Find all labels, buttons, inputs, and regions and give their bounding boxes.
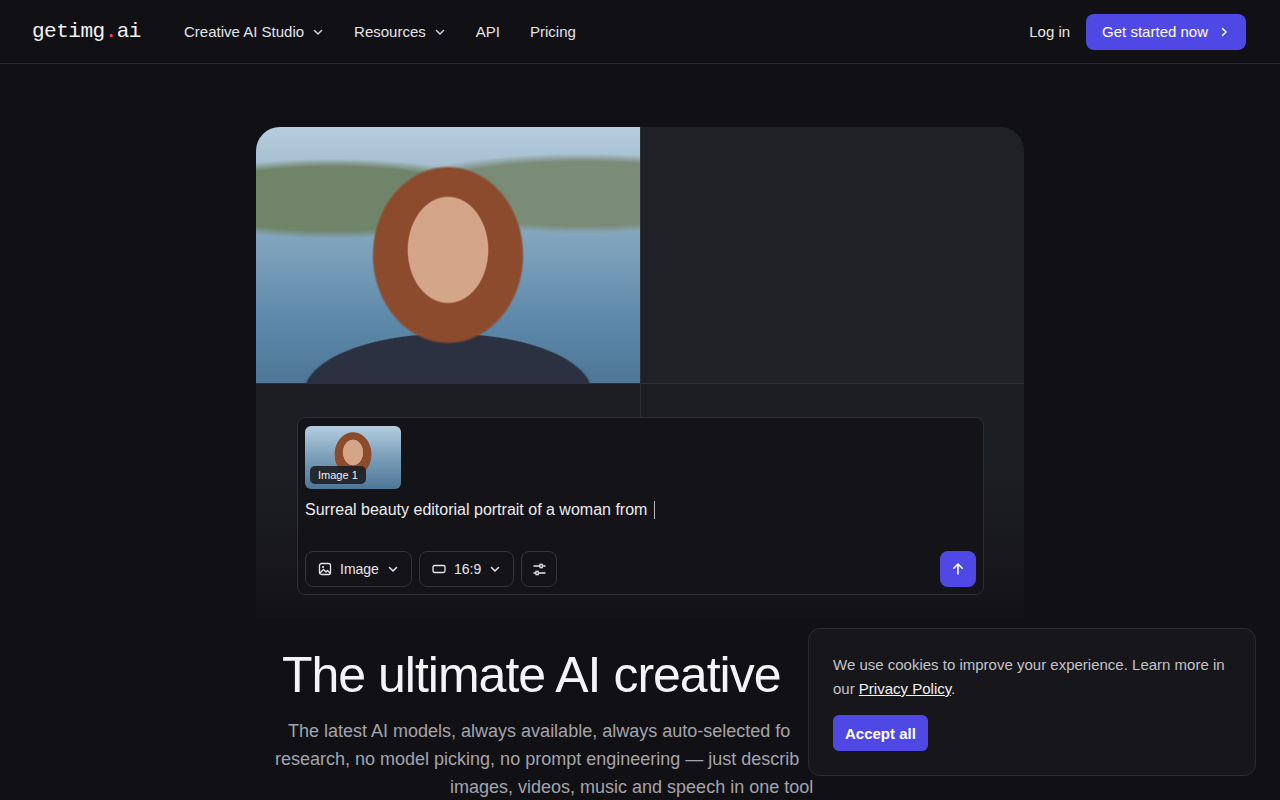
- hero-subtitle-line: The latest AI models, always available, …: [288, 717, 790, 745]
- chevron-down-icon: [387, 563, 399, 575]
- text-cursor: [654, 501, 655, 519]
- submit-button[interactable]: [940, 551, 976, 587]
- nav-item[interactable]: Creative AI Studio: [184, 23, 324, 40]
- sliders-icon: [532, 562, 547, 577]
- hero-card: Image 1 Surreal beauty editorial portrait…: [256, 127, 1024, 619]
- cookie-banner: We use cookies to improve your experienc…: [808, 628, 1256, 776]
- page: getimg.aiCreative AI Studio Resources API P…: [0, 0, 1280, 800]
- nav-item[interactable]: API: [476, 23, 500, 40]
- aspect-ratio-icon: [432, 562, 446, 576]
- hero-heading: The ultimate AI creative: [282, 647, 780, 705]
- empty-panel: [640, 127, 1024, 383]
- chevron-down-icon: [434, 26, 446, 38]
- arrow-up-icon: [951, 562, 965, 576]
- cookie-text: We use cookies to improve your experienc…: [833, 653, 1231, 701]
- portrait-photo: [256, 127, 640, 383]
- image-icon: [318, 562, 332, 576]
- chevron-right-icon: [1218, 26, 1230, 38]
- privacy-policy-link[interactable]: Privacy Policy: [859, 680, 951, 697]
- get-started-button[interactable]: Get started now: [1086, 14, 1246, 50]
- top-nav: getimg.aiCreative AI Studio Resources API P…: [0, 0, 1280, 64]
- chevron-down-icon: [312, 26, 324, 38]
- logo[interactable]: getimg.ai: [32, 20, 184, 43]
- nav-item[interactable]: Pricing: [530, 23, 576, 40]
- nav-menu: Creative AI Studio Resources API Pricing: [184, 23, 576, 40]
- hero-subtitle-line: research, no model picking, no prompt en…: [275, 745, 799, 773]
- prompt-input[interactable]: Surreal beauty editorial portrait of a w…: [305, 501, 976, 551]
- settings-button[interactable]: [521, 551, 557, 587]
- nav-item[interactable]: Resources: [354, 23, 446, 40]
- chevron-down-icon: [489, 563, 501, 575]
- attachment-thumbnail[interactable]: Image 1: [305, 426, 401, 489]
- accept-all-button[interactable]: Accept all: [833, 715, 928, 751]
- attachment-label: Image 1: [310, 466, 366, 484]
- prompt-box[interactable]: Image 1 Surreal beauty editorial portrait…: [297, 417, 984, 595]
- aspect-dropdown[interactable]: 16:9: [419, 551, 514, 587]
- hero-subtitle-line: images, videos, music and speech in one …: [450, 773, 813, 800]
- login-link[interactable]: Log in: [1029, 23, 1070, 40]
- mode-dropdown[interactable]: Image: [305, 551, 412, 587]
